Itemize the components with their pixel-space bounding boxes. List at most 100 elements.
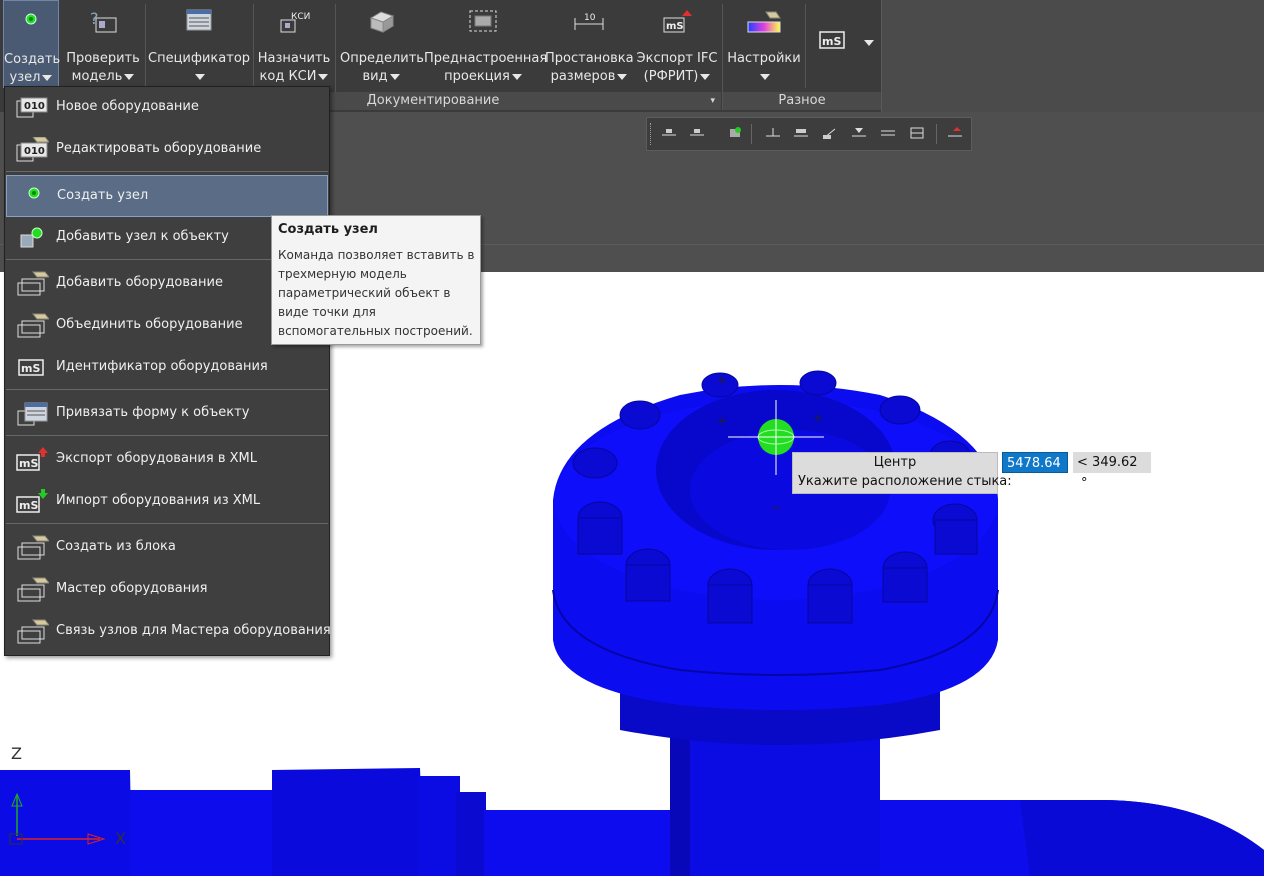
dynamic-input-prompt: Центр Укажите расположение стыка:: [792, 452, 1012, 494]
dim-chain-icon[interactable]: [880, 126, 896, 140]
dimension-icon: 10: [574, 13, 604, 30]
create-node-button[interactable]: Создать узел: [3, 0, 60, 88]
chevron-down-icon: [511, 73, 522, 80]
group-documenting-label: Документирование: [366, 93, 500, 108]
menu-item-import-xml[interactable]: mS Импорт оборудования из XML: [6, 481, 328, 523]
node-point-icon: [25, 13, 37, 25]
chevron-down-icon: [760, 73, 770, 80]
dim-export-icon[interactable]: [947, 126, 963, 140]
ucs-x-label: X: [115, 829, 126, 848]
specifier-icon: [186, 9, 212, 31]
dimensioning-label: Простановка: [545, 51, 634, 66]
menu-item-label: Привязать форму к объекту: [56, 405, 250, 420]
chevron-down-icon: [389, 73, 400, 80]
ribbon-separator: [805, 4, 806, 88]
menu-item-equipment-wizard[interactable]: Мастер оборудования: [6, 569, 328, 611]
angle-value: 349.62: [1092, 455, 1138, 470]
dim-aligned-icon[interactable]: [689, 126, 705, 140]
create-from-block-icon: [17, 535, 49, 560]
dim-baseline-icon[interactable]: [793, 126, 809, 140]
check-model-label: Проверить: [66, 51, 140, 66]
menu-item-label: Редактировать оборудование: [56, 141, 262, 156]
menu-item-edit-equipment[interactable]: 010 Редактировать оборудование: [6, 129, 328, 171]
group-expand-icon[interactable]: ▾: [710, 92, 715, 110]
import-xml-icon: mS: [16, 489, 48, 513]
menu-item-bind-form[interactable]: Привязать форму к объекту: [6, 393, 328, 435]
menu-divider: [6, 523, 328, 524]
projection-icon: [469, 10, 497, 32]
angle-prefix: <: [1077, 455, 1088, 470]
equipment-wizard-icon: [17, 577, 49, 602]
dim-equipment-icon[interactable]: [727, 126, 743, 140]
dim-elevation-icon[interactable]: [851, 126, 867, 140]
menu-item-label: Связь узлов для Мастера оборудования: [56, 623, 331, 638]
preset-projection-label-2: проекция: [444, 69, 510, 84]
assign-ksi-label: Назначить: [257, 51, 331, 66]
menu-item-new-equipment[interactable]: 010 Новое оборудование: [6, 87, 328, 129]
ms-icon-text: mS: [666, 21, 684, 32]
ribbon-group-misc: Разное: [723, 92, 881, 110]
merge-equipment-icon: [17, 313, 49, 338]
dynamic-input-title: Центр: [873, 455, 917, 470]
preset-projection-label: Преднастроенная: [424, 51, 548, 66]
export-ifc-button[interactable]: mS Экспорт IFC (РФРИТ): [636, 0, 718, 90]
menu-item-label: Добавить оборудование: [56, 275, 223, 290]
menu-item-node-link[interactable]: Связь узлов для Мастера оборудования: [6, 611, 331, 653]
settings-label: Настройки: [727, 51, 801, 66]
export-ifc-label-2: (РФРИТ): [643, 69, 699, 84]
dim-linear-icon[interactable]: [661, 126, 677, 140]
pipe-right: [870, 800, 1264, 876]
dimension-icon-text: 10: [584, 13, 596, 23]
dim-ordinate-icon[interactable]: [765, 126, 781, 140]
bind-form-icon: [17, 402, 48, 426]
pipe-left: [0, 768, 684, 876]
tooltip-description: Команда позволяет вставить в трехмерную …: [278, 248, 475, 338]
dimensioning-button[interactable]: 10 Простановка размеров: [545, 0, 634, 90]
dim-table-icon[interactable]: [909, 126, 925, 140]
settings-button[interactable]: Настройки: [726, 0, 802, 90]
preset-projection-button[interactable]: Преднастроенная проекция: [424, 0, 548, 90]
menu-item-create-from-block[interactable]: Создать из блока: [6, 527, 328, 569]
ms-menu-button[interactable]: mS: [810, 0, 878, 90]
group-misc-label: Разное: [778, 93, 826, 108]
edit-equipment-icon: 010: [16, 137, 49, 162]
define-view-icon: [369, 11, 395, 33]
dim-leader-icon[interactable]: [822, 126, 838, 140]
menu-item-create-node[interactable]: Создать узел: [6, 175, 328, 217]
check-model-button[interactable]: ? Проверить модель: [64, 0, 142, 90]
add-equipment-icon: [17, 271, 49, 296]
ribbon-separator: [881, 0, 882, 112]
icon-text-ms: mS: [19, 457, 38, 470]
angle-input[interactable]: < 349.62 °: [1073, 452, 1151, 491]
check-model-label-2: модель: [71, 69, 123, 84]
menu-item-label: Импорт оборудования из XML: [56, 493, 261, 508]
settings-gradient-icon: [747, 11, 781, 33]
menu-item-label: Экспорт оборудования в XML: [56, 451, 257, 466]
specifier-button[interactable]: Спецификатор: [148, 0, 250, 90]
chevron-down-icon: [42, 74, 53, 81]
node-link-icon: [17, 619, 49, 644]
ucs-z-label: Z: [11, 744, 22, 763]
menu-item-label: Мастер оборудования: [56, 581, 208, 596]
define-view-label: Определить: [340, 51, 424, 66]
create-node-label-2: узел: [9, 70, 41, 85]
angle-unit: °: [1081, 476, 1088, 491]
export-ifc-label: Экспорт IFC: [636, 51, 718, 66]
assign-ksi-button[interactable]: КСИ Назначить код КСИ: [256, 0, 332, 90]
define-view-button[interactable]: Определить вид: [340, 0, 424, 90]
distance-input[interactable]: 5478.64: [1002, 452, 1068, 473]
create-node-dropdown: 010 Новое оборудование 010 Редактировать…: [4, 86, 331, 656]
menu-divider: [6, 171, 328, 172]
menu-item-label: Новое оборудование: [56, 99, 199, 114]
svg-text:?: ?: [90, 9, 99, 28]
command-tooltip: Создать узел Команда позволяет вставить …: [271, 215, 481, 345]
menu-item-equipment-identifier[interactable]: mS Идентификатор оборудования: [6, 347, 328, 389]
ms-logo-icon: mS: [819, 31, 845, 49]
menu-item-export-xml[interactable]: mS Экспорт оборудования в XML: [6, 439, 328, 481]
menu-item-label: Добавить узел к объекту: [56, 229, 229, 244]
ksi-icon-text: КСИ: [291, 12, 310, 22]
chevron-down-icon: [195, 73, 205, 80]
dimension-toolbar: [646, 117, 972, 151]
add-node-icon: [20, 227, 43, 248]
toolbar-grip[interactable]: [650, 123, 654, 145]
